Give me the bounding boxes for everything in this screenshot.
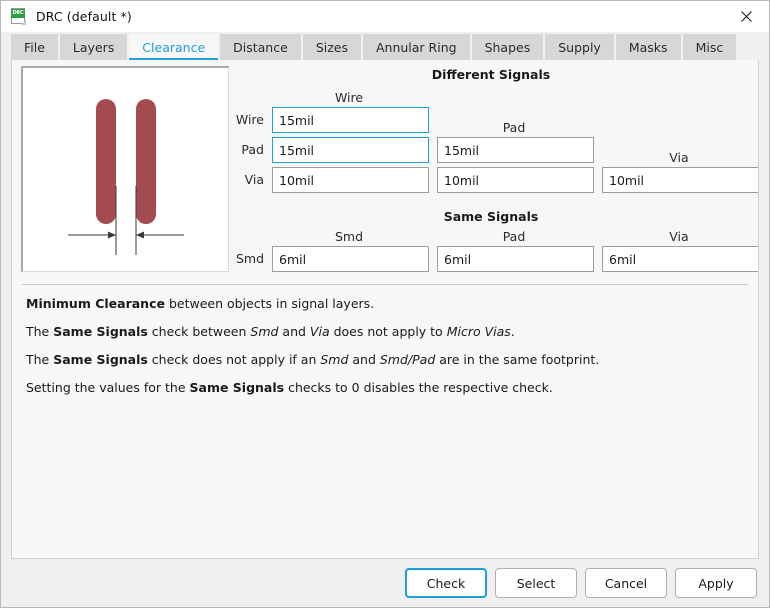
different-row-label-via: Via [244,172,264,187]
note-run: checks to 0 disables the respective chec… [284,380,553,395]
same-col-header-via: Via [669,229,689,244]
input-different-pad-wire[interactable] [272,137,429,163]
note-run: . [510,324,515,339]
note-line: The Same Signals check does not apply if… [22,352,748,367]
input-same-smd-pad[interactable] [437,246,594,272]
note-line: The Same Signals check between Smd and V… [22,324,748,339]
note-run: check does not apply if an [147,352,321,367]
clearance-preview [21,66,229,272]
tab-misc[interactable]: Misc [682,34,737,60]
clearance-panel: Different Signals Wire Pad Via Wire Pad … [11,60,759,559]
check-button[interactable]: Check [405,568,487,598]
note-run: Same Signals [53,324,148,339]
input-different-via-wire[interactable] [272,167,429,193]
note-run: Same Signals [53,352,148,367]
same-signals-title: Same Signals [443,209,539,224]
close-icon[interactable] [723,1,769,32]
tab-layers[interactable]: Layers [59,34,128,60]
different-row-label-pad: Pad [241,142,264,157]
clearance-grid: Different Signals Wire Pad Via Wire Pad … [234,66,758,276]
input-different-wire-wire[interactable] [272,107,429,133]
cancel-button[interactable]: Cancel [585,568,667,598]
apply-button[interactable]: Apply [675,568,757,598]
dialog-footer: Check Select Cancel Apply [1,559,769,607]
drc-icon-text: DRC [12,10,24,16]
note-run: Micro Vias [446,324,511,339]
note-line: Setting the values for the Same Signals … [22,380,748,395]
note-run: and [278,324,310,339]
different-col-header-pad: Pad [502,120,526,135]
window-title: DRC (default *) [36,9,132,24]
note-run: The [26,324,54,339]
input-same-smd-smd[interactable] [272,246,429,272]
note-run: The [26,352,54,367]
drc-document-icon: DRC [10,8,27,25]
tab-masks[interactable]: Masks [615,34,681,60]
same-col-header-pad: Pad [502,229,526,244]
same-col-header-smd: Smd [334,229,364,244]
note-run: between objects in signal layers. [164,296,375,311]
input-different-via-via[interactable] [602,167,758,193]
note-run: check between [147,324,251,339]
note-run: Via [309,324,330,339]
note-run: does not apply to [329,324,447,339]
note-run: Smd [250,324,279,339]
different-row-label-wire: Wire [235,112,264,127]
drc-dialog: DRC DRC (default *) File Layers Clearance D… [0,0,770,608]
tab-file[interactable]: File [11,34,58,60]
tab-bar: File Layers Clearance Distance Sizes Annular … [1,32,769,60]
tab-shapes[interactable]: Shapes [471,34,544,60]
tab-sizes[interactable]: Sizes [302,34,361,60]
note-run: Smd/Pad [379,352,436,367]
select-button[interactable]: Select [495,568,577,598]
different-col-header-via: Via [669,150,689,165]
note-run: Setting the values for the [26,380,190,395]
input-same-smd-via[interactable] [602,246,758,272]
note-run: Same Signals [189,380,285,395]
note-run: Minimum Clearance [26,296,165,311]
input-different-via-pad[interactable] [437,167,594,193]
note-run: Smd [320,352,349,367]
tab-supply[interactable]: Supply [545,34,614,60]
note-run: are in the same footprint. [435,352,600,367]
tab-distance[interactable]: Distance [220,34,301,60]
notes-divider [22,284,748,285]
tab-annular-ring[interactable]: Annular Ring [362,34,470,60]
tab-clearance[interactable]: Clearance [129,34,219,60]
note-run: and [348,352,380,367]
same-row-label-smd: Smd [235,251,264,266]
different-signals-title: Different Signals [431,67,551,82]
input-different-pad-pad[interactable] [437,137,594,163]
title-bar: DRC DRC (default *) [1,1,769,32]
note-line: Minimum Clearance between objects in sig… [22,296,748,311]
different-col-header-wire: Wire [334,90,364,105]
notes-section: Minimum Clearance between objects in sig… [22,284,748,408]
